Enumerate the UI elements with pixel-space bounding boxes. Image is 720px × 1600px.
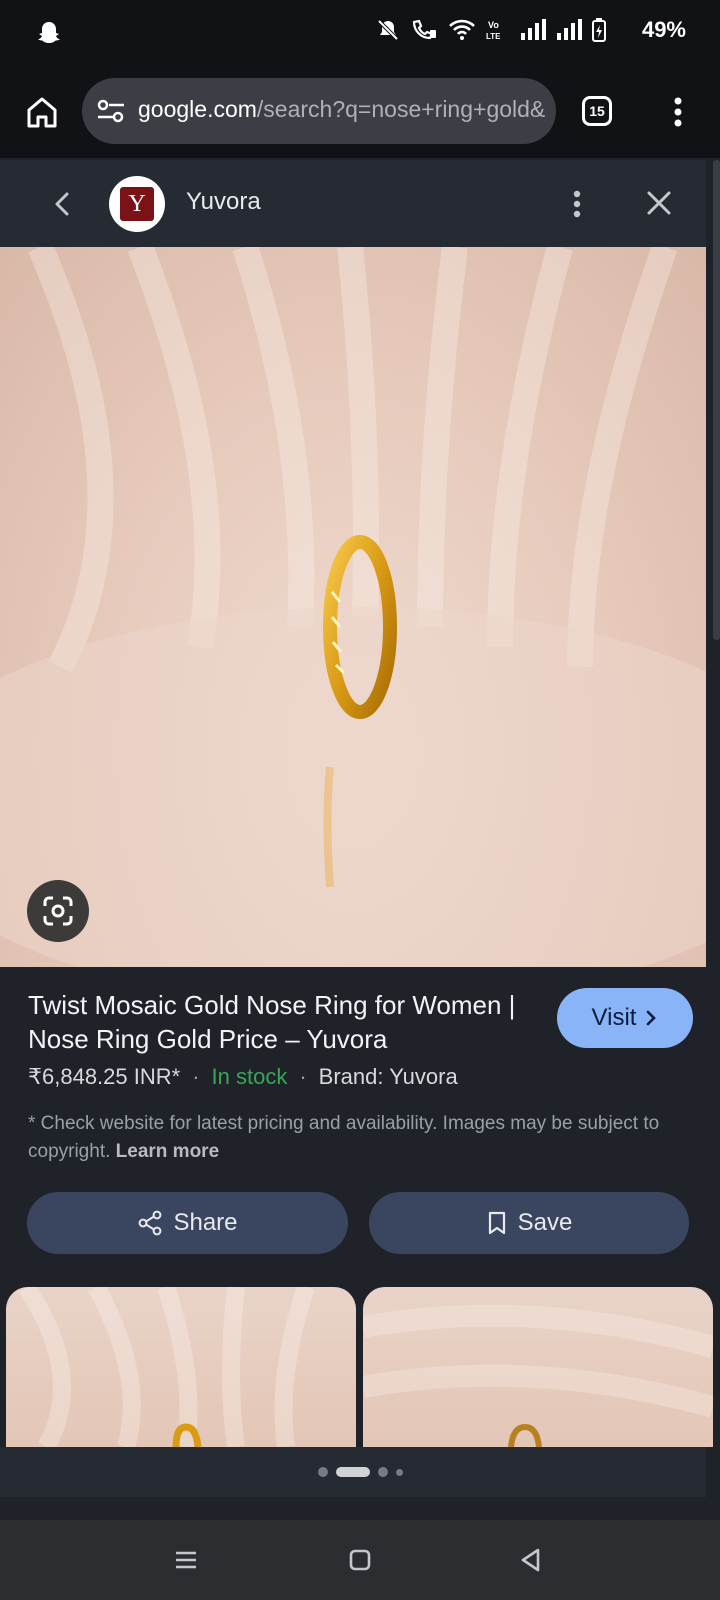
address-bar[interactable]: google.com/search?q=nose+ring+gold&	[82, 78, 556, 144]
scrollbar-thumb[interactable]	[713, 160, 720, 640]
recent-apps-icon[interactable]	[171, 1545, 201, 1575]
thumbnail-photo	[363, 1304, 713, 1447]
pager-dot-active[interactable]	[336, 1467, 370, 1477]
lens-icon	[43, 896, 73, 926]
google-lens-button[interactable]	[27, 880, 89, 942]
status-bar: Vo LTE 49%	[0, 0, 720, 64]
svg-text:LTE: LTE	[486, 32, 501, 41]
volte-icon: Vo LTE	[486, 20, 501, 41]
home-icon[interactable]	[24, 94, 60, 130]
site-name[interactable]: Yuvora	[186, 188, 261, 216]
separator: ·	[299, 1064, 307, 1089]
related-image-thumbnail[interactable]	[6, 1287, 356, 1447]
browser-toolbar: google.com/search?q=nose+ring+gold& 15	[0, 64, 720, 158]
related-image-thumbnail[interactable]	[363, 1287, 713, 1447]
share-label: Share	[173, 1209, 238, 1236]
pager-dot[interactable]	[318, 1467, 328, 1477]
pager-dots	[318, 1467, 403, 1477]
battery-percentage: 49%	[641, 17, 686, 42]
site-logo-mark: Y	[120, 187, 154, 221]
product-image[interactable]	[0, 247, 706, 967]
gold-nose-ring-photo	[0, 247, 706, 967]
disclaimer-text: * Check website for latest pricing and a…	[28, 1110, 698, 1166]
thumbnail-photo	[18, 1287, 315, 1447]
product-brand: Brand: Yuvora	[318, 1064, 458, 1089]
back-nav-icon[interactable]	[516, 1545, 546, 1575]
wifi-icon	[449, 19, 475, 40]
more-options-icon[interactable]	[565, 186, 589, 222]
separator: ·	[192, 1064, 200, 1089]
signal-icon	[521, 19, 546, 40]
carousel-pager	[0, 1447, 706, 1497]
save-button[interactable]: Save	[369, 1192, 689, 1254]
close-icon[interactable]	[644, 188, 674, 218]
bookmark-icon	[488, 1211, 505, 1235]
share-icon	[139, 1210, 162, 1236]
learn-more-link[interactable]: Learn more	[116, 1141, 219, 1162]
save-label: Save	[517, 1209, 573, 1236]
result-panel-header: Y Yuvora	[0, 160, 706, 247]
back-arrow-icon[interactable]	[48, 186, 76, 222]
battery-charging-icon	[592, 18, 606, 42]
share-button[interactable]: Share	[27, 1192, 348, 1254]
signal-icon	[557, 19, 582, 40]
snapchat-ghost-icon	[38, 22, 60, 43]
visit-label: Visit	[591, 1004, 637, 1031]
pager-dot[interactable]	[378, 1467, 388, 1477]
wifi-calling-icon	[412, 19, 436, 40]
system-navigation-bar	[0, 1520, 720, 1600]
product-meta: ₹6,848.25 INR* · In stock · Brand: Yuvor…	[28, 1064, 458, 1090]
tab-switcher-button[interactable]: 15	[582, 96, 612, 126]
home-nav-icon[interactable]	[345, 1545, 375, 1575]
stock-status: In stock	[211, 1064, 288, 1089]
product-title[interactable]: Twist Mosaic Gold Nose Ring for Women | …	[28, 988, 548, 1056]
browser-menu-icon[interactable]	[666, 94, 690, 130]
site-logo: Y	[109, 176, 165, 232]
site-settings-icon[interactable]	[96, 98, 126, 124]
svg-text:Vo: Vo	[488, 20, 499, 30]
status-icons: Vo LTE	[376, 18, 672, 42]
product-price: ₹6,848.25 INR*	[28, 1064, 181, 1089]
mute-icon	[377, 19, 399, 41]
chevron-right-icon	[647, 1010, 657, 1026]
pager-dot[interactable]	[396, 1468, 403, 1476]
url-text: google.com/search?q=nose+ring+gold&	[138, 96, 546, 122]
visit-button[interactable]: Visit	[557, 988, 693, 1048]
